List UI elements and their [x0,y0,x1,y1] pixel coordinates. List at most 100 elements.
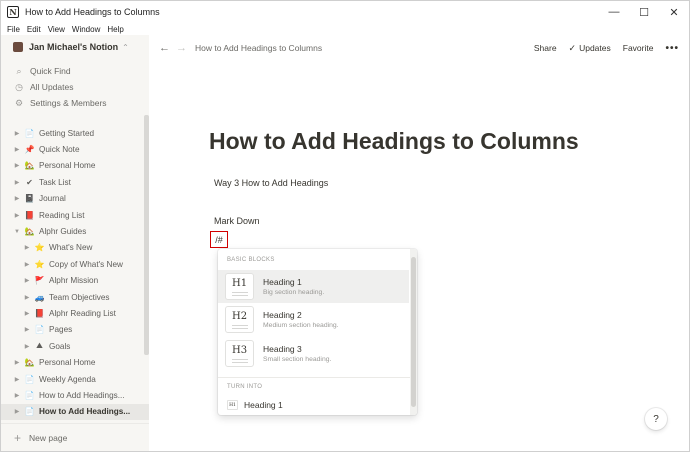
heading-2-thumbnail-icon: H2 [225,306,254,333]
sidebar-page-label: Journal [39,194,66,204]
maximize-button[interactable]: ☐ [629,1,659,23]
page-icon: 🏡 [24,358,35,368]
sidebar-page-item[interactable]: ▶ ⛰ Goals [1,338,149,354]
triangle-right-icon[interactable]: ▶ [23,326,31,333]
triangle-right-icon[interactable]: ▶ [13,376,21,383]
sidebar-page-label: How to Add Headings... [39,407,131,417]
triangle-right-icon[interactable]: ▶ [13,162,21,169]
sidebar-page-label: What's New [49,243,93,253]
sidebar-page-item[interactable]: ▶ 🚙 Team Objectives [1,289,149,305]
breadcrumb[interactable]: How to Add Headings to Columns [195,43,322,53]
menu-scrollbar[interactable] [410,249,417,415]
option-title: Heading 1 [263,277,302,287]
triangle-right-icon[interactable]: ▶ [23,310,31,317]
text-block[interactable]: Mark Down [214,216,260,226]
sidebar-page-label: Alphr Reading List [49,308,116,318]
triangle-right-icon[interactable]: ▶ [13,212,21,219]
triangle-down-icon[interactable]: ▼ [13,229,21,235]
triangle-right-icon[interactable]: ▶ [23,244,31,251]
help-button[interactable]: ? [645,408,667,430]
sidebar-page-item[interactable]: ▶ 📌 Quick Note [1,141,149,157]
menu-option-heading-2[interactable]: H2 Heading 2 Medium section heading. [218,303,409,336]
sidebar-item-all-updates[interactable]: ◷ All Updates [14,79,107,95]
sidebar-item-settings[interactable]: ⚙ Settings & Members [14,95,107,111]
sidebar-page-item[interactable]: ▶ 📕 Alphr Reading List [1,305,149,321]
option-subtitle: Big section heading. [263,289,325,296]
triangle-right-icon[interactable]: ▶ [23,294,31,301]
menu-option-heading-3[interactable]: H3 Heading 3 Small section heading. [218,337,409,370]
sidebar-page-label: Reading List [39,210,85,220]
favorite-button[interactable]: Favorite [623,43,654,53]
triangle-right-icon[interactable]: ▶ [23,261,31,268]
page-icon: 📕 [24,210,35,220]
page-icon: 📄 [24,390,35,400]
menu-file[interactable]: File [7,25,20,34]
sidebar-page-label: Personal Home [39,358,96,368]
close-button[interactable]: ✕ [659,1,689,23]
share-button[interactable]: Share [534,43,557,53]
new-page-button[interactable]: + New page [1,423,149,451]
heading-3-thumbnail-icon: H3 [225,340,254,367]
triangle-right-icon[interactable]: ▶ [23,343,31,350]
text-block[interactable]: Way 3 How to Add Headings [214,178,328,188]
sidebar-page-item[interactable]: ▶ 📄 Weekly Agenda [1,371,149,387]
sidebar-page-item[interactable]: ▶ ⭐ What's New [1,240,149,256]
sidebar-page-item[interactable]: ▶ ⭐ Copy of What's New [1,256,149,272]
sidebar-page-item[interactable]: ▼ 🏡 Alphr Guides [1,223,149,239]
minimize-button[interactable]: — [599,1,629,23]
sidebar-page-item[interactable]: ▶ 📄 Pages [1,322,149,338]
triangle-right-icon[interactable]: ▶ [13,179,21,186]
triangle-right-icon[interactable]: ▶ [13,195,21,202]
menu-edit[interactable]: Edit [27,25,41,34]
menu-option-heading-1[interactable]: H1 Heading 1 Big section heading. [218,270,409,303]
page-icon: 🚩 [34,276,45,286]
triangle-right-icon[interactable]: ▶ [13,359,21,366]
window-controls: — ☐ ✕ [599,1,689,23]
forward-arrow-icon[interactable]: → [176,42,187,54]
more-options-icon[interactable]: ••• [665,43,679,54]
sidebar-item-label: Quick Find [30,66,71,76]
slash-command-input[interactable]: /# [210,231,228,248]
sidebar-page-item[interactable]: ▶ 📄 How to Add Headings... [1,403,149,421]
page-icon: ⭐ [34,259,45,269]
triangle-right-icon[interactable]: ▶ [13,408,21,415]
sidebar-page-item[interactable]: ▶ 📓 Journal [1,191,149,207]
updates-button[interactable]: ✓ Updates [569,43,611,54]
sidebar-top-items: ⌕ Quick Find ◷ All Updates ⚙ Settings & … [14,63,107,111]
triangle-right-icon[interactable]: ▶ [13,146,21,153]
sidebar: Jan Michael's Notion ⌃ ⌕ Quick Find ◷ Al… [1,35,149,451]
menu-view[interactable]: View [48,25,65,34]
page-title[interactable]: How to Add Headings to Columns [209,128,579,155]
menu-window[interactable]: Window [72,25,100,34]
sidebar-page-label: Goals [49,341,71,351]
menu-help[interactable]: Help [107,25,123,34]
page-icon: ✔ [26,177,33,187]
triangle-right-icon[interactable]: ▶ [13,130,21,137]
check-icon: ✓ [568,42,577,53]
sidebar-page-label: Weekly Agenda [39,374,96,384]
menu-divider [218,377,417,378]
sidebar-item-quick-find[interactable]: ⌕ Quick Find [14,63,107,79]
slash-command-menu: BASIC BLOCKS H1 Heading 1 Big section he… [218,249,417,415]
menu-option-turn-into-heading-1[interactable]: H1 Heading 1 [218,397,283,413]
sidebar-page-item[interactable]: ▶ 📄 How to Add Headings... [1,387,149,403]
section-label-turn-into: TURN INTO [227,384,263,390]
sidebar-page-item[interactable]: ▶ 🏡 Personal Home [1,158,149,174]
page-icon: 📄 [24,407,35,417]
triangle-right-icon[interactable]: ▶ [23,277,31,284]
back-arrow-icon[interactable]: ← [159,42,170,54]
sidebar-page-item[interactable]: ▶ 🚩 Alphr Mission [1,273,149,289]
sidebar-page-item[interactable]: ▶ 🏡 Personal Home [1,354,149,370]
sidebar-page-label: Team Objectives [49,292,110,302]
page-topbar: ← → How to Add Headings to Columns Share… [149,37,689,59]
page-icon: 📄 [24,374,35,384]
sidebar-scrollbar[interactable] [144,115,149,355]
sidebar-page-label: How to Add Headings... [39,390,125,400]
triangle-right-icon[interactable]: ▶ [13,392,21,399]
sidebar-page-item[interactable]: ▶ 📄 Getting Started [1,125,149,141]
sidebar-page-label: Alphr Guides [39,227,87,237]
workspace-switcher[interactable]: Jan Michael's Notion ⌃ [13,42,129,52]
sidebar-page-item[interactable]: ▶ 📕 Reading List [1,207,149,223]
new-page-label: New page [29,432,68,443]
sidebar-page-item[interactable]: ▶ ✔ Task List [1,174,149,190]
